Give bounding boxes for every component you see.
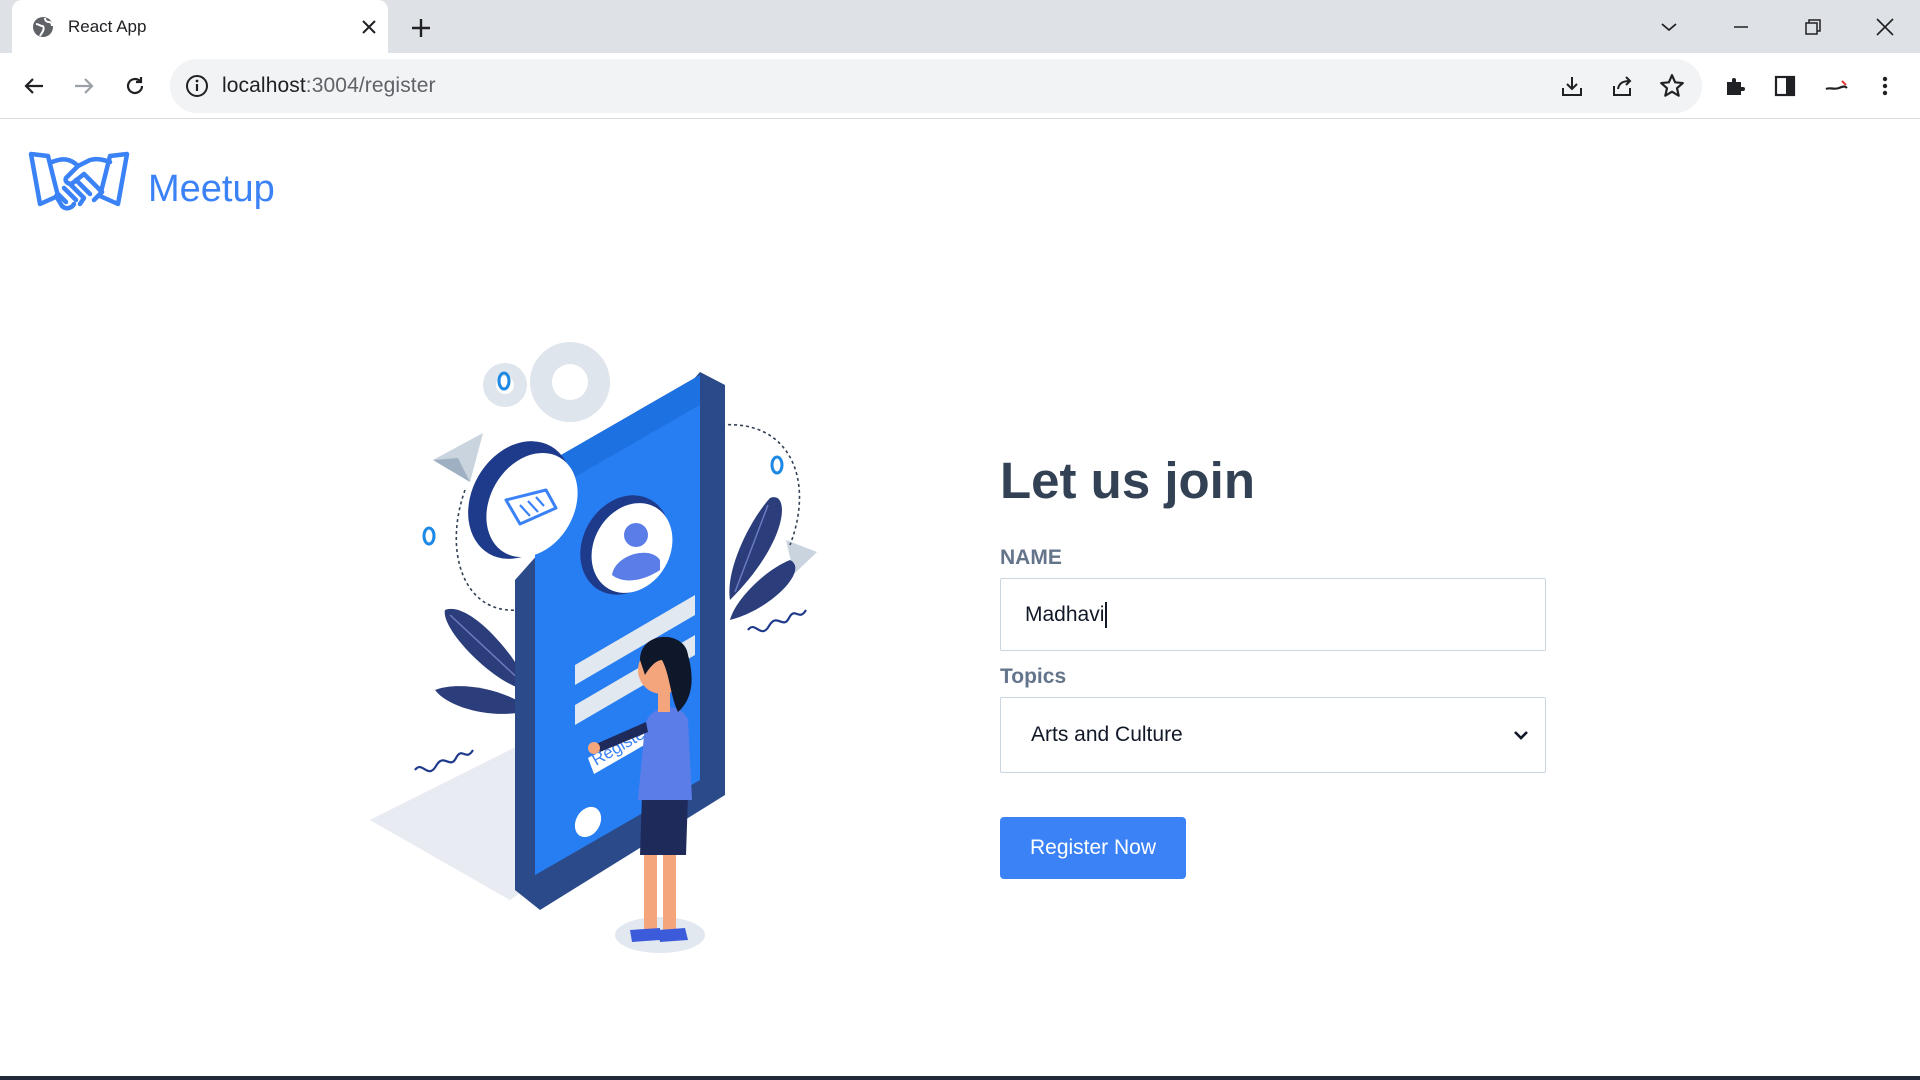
brand-logo-link[interactable]: Meetup [28, 148, 275, 230]
new-tab-icon[interactable] [405, 12, 437, 44]
site-info-icon[interactable] [184, 73, 210, 99]
register-phone-illustration: Register [370, 342, 817, 953]
topics-selected-value: Arts and Culture [1031, 723, 1183, 746]
forward-icon[interactable] [65, 67, 103, 105]
tab-title: React App [68, 17, 147, 36]
register-now-button[interactable]: Register Now [1000, 817, 1186, 879]
brand-name: Meetup [148, 167, 275, 210]
extensions-puzzle-icon[interactable] [1716, 67, 1754, 105]
address-bar[interactable]: localhost:3004/register [170, 59, 1702, 113]
page-bottom-divider [0, 1076, 1920, 1080]
url-path: :3004/register [305, 74, 436, 97]
share-icon[interactable] [1606, 70, 1638, 102]
browser-menu-icon[interactable] [1866, 67, 1904, 105]
bookmark-star-icon[interactable] [1656, 70, 1688, 102]
name-input[interactable]: Madhavi [1000, 578, 1546, 651]
name-input-value: Madhavi [1025, 602, 1105, 626]
tab-search-chevron-icon[interactable] [1652, 10, 1686, 44]
topics-select[interactable]: Arts and Culture [1000, 697, 1546, 773]
browser-toolbar: localhost:3004/register [0, 53, 1920, 119]
tab-close-icon[interactable] [356, 14, 382, 40]
globe-icon [33, 17, 53, 37]
text-caret [1105, 601, 1108, 628]
handshake-logo-icon [28, 151, 130, 211]
browser-tab[interactable]: React App [12, 0, 388, 53]
page-title: Let us join [1000, 452, 1255, 509]
profile-avatar-icon[interactable] [1817, 67, 1855, 105]
url-host: localhost [222, 74, 306, 97]
back-icon[interactable] [15, 67, 53, 105]
side-panel-icon[interactable] [1766, 67, 1804, 105]
topics-label: Topics [1000, 665, 1067, 688]
register-form: Let us join NAME Madhavi Topics Arts and… [1000, 450, 1546, 879]
chevron-down-icon [1514, 731, 1528, 740]
close-window-icon[interactable] [1868, 10, 1902, 44]
name-label: NAME [1000, 546, 1062, 569]
browser-tabstrip: React App [0, 0, 1920, 53]
url-text[interactable]: localhost:3004/register [222, 74, 436, 98]
minimize-icon[interactable] [1724, 10, 1758, 44]
restore-icon[interactable] [1796, 10, 1830, 44]
reload-icon[interactable] [116, 67, 154, 105]
install-icon[interactable] [1556, 70, 1588, 102]
